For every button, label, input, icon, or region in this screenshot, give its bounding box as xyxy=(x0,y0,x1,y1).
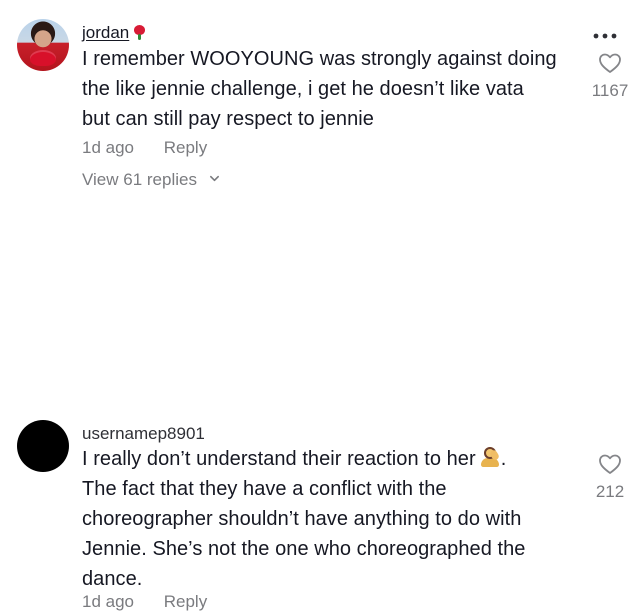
comment-text-line: I really don’t understand their reaction… xyxy=(82,448,476,470)
avatar[interactable] xyxy=(17,19,69,71)
rose-icon xyxy=(134,25,146,40)
comment-time: 1d ago xyxy=(82,592,134,611)
reply-button[interactable]: Reply xyxy=(164,138,207,157)
comment-meta: 1d ago Reply xyxy=(82,138,207,158)
username[interactable]: usernamep8901 xyxy=(82,424,205,444)
comment-text-line: Jennie. She’s not the one who choreograp… xyxy=(82,538,526,560)
comment-text-line-with-emoji: I really don’t understand their reaction… xyxy=(82,444,572,474)
comment-item: jordan I remember WOOYOUNG was strongly … xyxy=(0,0,640,205)
person-facepalming-icon xyxy=(480,447,501,468)
comment-meta: 1d ago Reply xyxy=(82,592,207,612)
view-replies-button[interactable]: View 61 replies xyxy=(82,170,220,190)
avatar-rose xyxy=(30,50,56,66)
comment-text-suffix: . xyxy=(500,448,507,470)
comment-text-line: but can still pay respect to jennie xyxy=(82,108,374,130)
comment-text: I remember WOOYOUNG was strongly against… xyxy=(82,44,572,134)
comment-time: 1d ago xyxy=(82,138,134,157)
like-button[interactable]: 1167 xyxy=(587,52,633,101)
comment-text-line: I remember WOOYOUNG was strongly against… xyxy=(82,48,557,70)
heart-outline-icon xyxy=(599,454,621,474)
comment-text-line: The fact that they have a conflict with … xyxy=(82,478,447,500)
comment-text: I really don’t understand their reaction… xyxy=(82,444,572,594)
view-replies-label[interactable]: View 61 replies xyxy=(82,170,197,189)
like-count: 212 xyxy=(595,482,625,501)
like-button[interactable]: 212 xyxy=(587,453,633,502)
username[interactable]: jordan xyxy=(82,23,146,43)
avatar[interactable] xyxy=(17,420,69,472)
more-horizontal-icon[interactable] xyxy=(592,31,618,41)
like-count: 1167 xyxy=(591,81,629,100)
comment-text-line: dance. xyxy=(82,568,143,590)
comment-text-line: choreographer shouldn’t have anything to… xyxy=(82,508,522,530)
heart-outline-icon xyxy=(599,53,621,73)
comment-text-line: the like jennie challenge, i get he does… xyxy=(82,78,524,100)
chevron-down-icon xyxy=(209,175,219,182)
reply-button[interactable]: Reply xyxy=(164,592,207,611)
username-text[interactable]: jordan xyxy=(82,23,129,42)
comment-item: usernamep8901 I really don’t understand … xyxy=(0,205,640,611)
